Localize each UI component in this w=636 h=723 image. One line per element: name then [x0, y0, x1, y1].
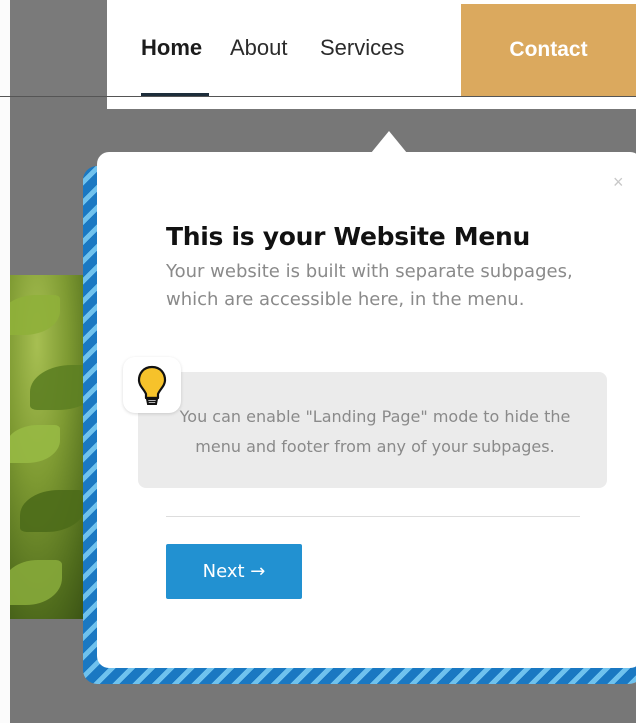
page-edge	[0, 0, 10, 723]
contact-button[interactable]: Contact	[461, 4, 636, 96]
popover-title: This is your Website Menu	[166, 222, 530, 251]
nav-divider	[0, 96, 636, 97]
popover-description: Your website is built with separate subp…	[166, 261, 573, 310]
popover-pointer	[371, 131, 407, 153]
nav-item-services[interactable]: Services	[320, 35, 404, 61]
active-nav-indicator	[141, 93, 209, 96]
popover-divider	[166, 516, 580, 517]
next-button[interactable]: Next →	[166, 544, 302, 599]
close-icon[interactable]: ×	[613, 173, 624, 191]
tip-text: You can enable "Landing Page" mode to hi…	[179, 407, 571, 456]
lightbulb-icon	[123, 357, 181, 413]
nav-item-about[interactable]: About	[230, 35, 288, 61]
nav-item-home[interactable]: Home	[141, 35, 202, 61]
